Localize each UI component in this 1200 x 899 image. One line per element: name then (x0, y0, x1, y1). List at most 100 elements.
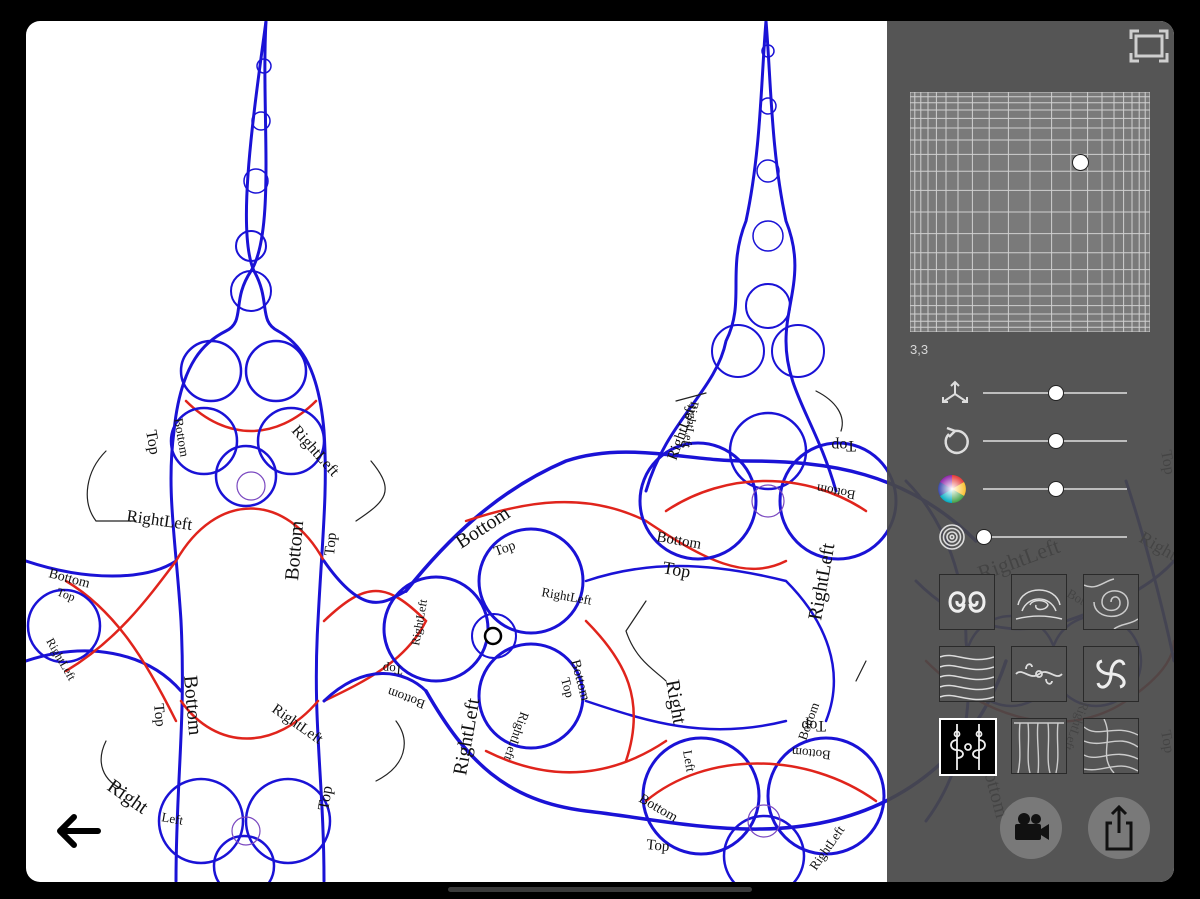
pattern-curve (584, 619, 635, 763)
canvas-label-left: Left (160, 809, 184, 828)
pattern-swirl-icon (1015, 589, 1063, 620)
pattern-thumb-swirl[interactable] (1011, 574, 1067, 630)
pattern-bracket (855, 660, 867, 682)
pattern-curve (644, 21, 768, 493)
pattern-grid (939, 574, 1139, 776)
grid-pad[interactable] (910, 92, 1150, 332)
pattern-thumb-ornament[interactable] (1011, 646, 1067, 702)
pattern-circle (236, 471, 266, 501)
canvas-label-right: Right (103, 775, 152, 819)
canvas-label-right: Right (661, 678, 690, 726)
pattern-curve (322, 559, 408, 604)
canvas-label-left: Left (680, 749, 699, 773)
pattern-circle (756, 159, 780, 183)
color-slider-thumb[interactable] (1048, 481, 1064, 497)
canvas-label-bottom: Bottom (385, 685, 427, 712)
canvas-label-top: Top (831, 437, 856, 454)
pattern-thumb-marble[interactable] (1083, 718, 1139, 774)
fullscreen-icon (1129, 29, 1169, 63)
canvas-label-rightleft: RightLeft (806, 822, 848, 872)
pattern-circle (752, 220, 784, 252)
pattern-curtain-icon (1014, 722, 1064, 773)
pattern-thumb-spiral[interactable] (1083, 574, 1139, 630)
spiral-icon (939, 524, 965, 550)
pattern-circle (722, 814, 806, 882)
color-slider[interactable] (937, 474, 1137, 504)
pattern-bracket (815, 390, 843, 432)
pattern-curve (764, 21, 838, 493)
spiral-slider-thumb[interactable] (976, 529, 992, 545)
pattern-bracket (675, 392, 707, 402)
pattern-circle (728, 411, 808, 491)
canvas-label-bottom: Bottom (655, 529, 702, 553)
pattern-circle (641, 736, 761, 856)
spiral-slider[interactable] (937, 522, 1137, 552)
canvas-label-bottom: Bottom (171, 417, 193, 458)
share-button[interactable] (1088, 797, 1150, 859)
pattern-bracket (375, 720, 405, 782)
canvas-label-top: Top (646, 837, 670, 855)
rotate-icon (944, 426, 969, 455)
canvas-label-top: Top (315, 784, 336, 811)
pattern-pinwheel-icon (1096, 659, 1126, 689)
pattern-filigree-icon (950, 724, 986, 770)
home-indicator[interactable] (448, 887, 752, 892)
pattern-circle (759, 97, 777, 115)
pattern-thumb-waves[interactable] (939, 646, 995, 702)
canvas-label-bottom: Bottom (281, 519, 308, 581)
record-video-button[interactable] (1000, 797, 1062, 859)
video-camera-icon (1015, 813, 1049, 840)
color-wheel-icon (938, 475, 966, 503)
rotate-slider[interactable] (937, 426, 1137, 456)
pattern-ornament-icon (1015, 663, 1063, 685)
pattern-circle (244, 339, 308, 403)
pattern-thumb-filigree[interactable] (939, 718, 997, 776)
canvas-label-rightleft: RightLeft (501, 710, 533, 763)
canvas-label-top: Top (150, 703, 168, 727)
pattern-curve (644, 762, 878, 803)
pattern-curve (322, 589, 428, 703)
move-slider[interactable] (937, 378, 1137, 408)
canvas-label-bottom: Bottom (179, 675, 206, 737)
pattern-curve (584, 564, 835, 723)
grid-pad-knob[interactable] (1072, 153, 1090, 171)
pattern-thumb-pinwheel[interactable] (1083, 646, 1139, 702)
pattern-thumb-curtain[interactable] (1011, 718, 1067, 774)
canvas-label-rightleft: RightLeft (288, 422, 343, 480)
canvas-label-top: Top (142, 429, 163, 456)
pattern-circle (214, 444, 278, 508)
move-slider-thumb[interactable] (1048, 385, 1064, 401)
move-arrows-icon (942, 380, 968, 403)
pattern-circle (771, 324, 825, 378)
canvas-label-rightleft: RightLeft (125, 506, 193, 534)
grid-value-label: 3,3 (910, 342, 929, 357)
canvas-label-rightleft: RightLeft (540, 584, 593, 608)
canvas-label-bottom: Bottom (815, 481, 856, 503)
share-icon (1105, 804, 1133, 851)
canvas-label-top: Top (661, 557, 692, 582)
pattern-circle (711, 324, 765, 378)
back-arrow-icon (57, 814, 101, 848)
pattern-bracket (355, 460, 386, 522)
pattern-circle (212, 834, 276, 882)
control-panel: 3,3 (887, 21, 1174, 882)
pattern-curve (464, 500, 788, 570)
fullscreen-button[interactable] (1127, 27, 1171, 65)
app-screen: Bottom Top RightLeft RightLeft Top Botto… (26, 21, 1174, 882)
grid-lines (910, 92, 1150, 332)
pattern-circle (230, 270, 272, 312)
pattern-waves-icon (940, 654, 994, 701)
pattern-spiral-icon (1084, 578, 1138, 629)
pattern-bracket (625, 600, 667, 682)
pattern-marble-icon (1084, 719, 1138, 773)
pattern-thumb-curl[interactable] (939, 574, 995, 630)
canvas-label-top: Top (322, 532, 340, 556)
spiral-slider-track[interactable] (983, 536, 1127, 538)
canvas-label-bottom: Bottom (791, 745, 831, 763)
canvas-label-top: Top (382, 661, 403, 678)
center-marker[interactable] (483, 626, 503, 646)
rotate-slider-thumb[interactable] (1048, 433, 1064, 449)
pattern-curl-icon (948, 591, 986, 613)
back-button[interactable] (52, 811, 102, 851)
pattern-circle (745, 283, 791, 329)
